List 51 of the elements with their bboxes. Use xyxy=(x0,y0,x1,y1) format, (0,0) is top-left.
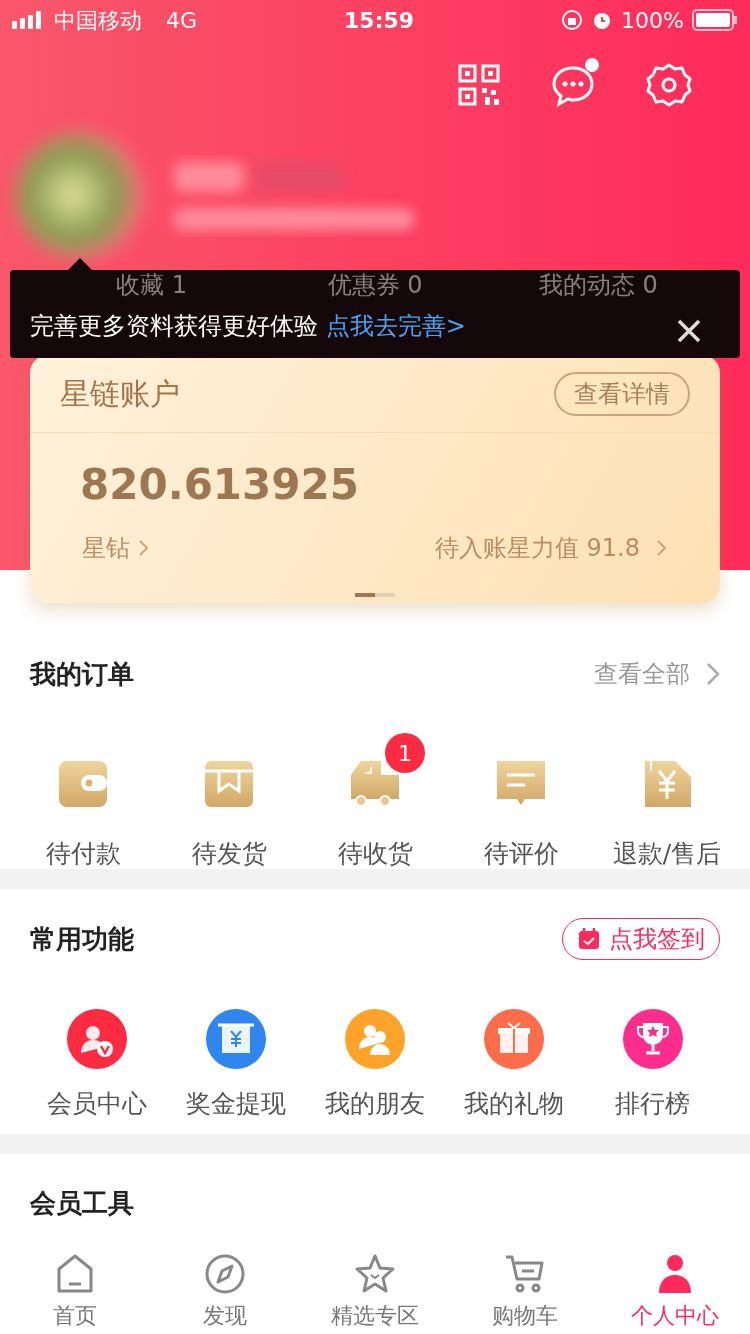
card-title: 星链账户 xyxy=(60,375,180,413)
feature-label[interactable]: 排行榜 xyxy=(615,1085,691,1123)
complete-profile-link[interactable]: 点我去完善> xyxy=(325,312,466,340)
trophy-icon[interactable] xyxy=(622,1009,683,1069)
feature-label[interactable]: 会员中心 xyxy=(47,1085,148,1123)
star-icon xyxy=(354,1253,396,1295)
member-icon[interactable] xyxy=(67,1009,128,1069)
details-button[interactable]: 查看详情 xyxy=(554,371,690,416)
order-status-label[interactable]: 待付款 xyxy=(45,835,121,873)
calendar-icon xyxy=(577,927,601,951)
qr-code-icon[interactable] xyxy=(458,64,500,106)
stat-item[interactable]: 收藏 1 xyxy=(116,271,188,299)
order-status-label[interactable]: 待收货 xyxy=(337,835,413,873)
tooltip-text: 完善更多资料获得更好体验 xyxy=(30,312,319,340)
section-title: 常用功能 xyxy=(30,922,134,956)
battery-icon xyxy=(692,9,738,31)
order-status-label[interactable]: 待评价 xyxy=(483,835,559,873)
section-title: 我的订单 xyxy=(30,657,134,691)
feature-label[interactable]: 我的朋友 xyxy=(325,1085,425,1123)
chevron-right-icon xyxy=(138,539,150,557)
tab-item[interactable]: 个人中心 xyxy=(600,1242,750,1334)
stat-item[interactable]: 我的动态 0 xyxy=(538,271,658,299)
order-status-label[interactable]: 待发货 xyxy=(191,835,267,873)
gift-icon[interactable] xyxy=(483,1009,544,1069)
tab-item[interactable]: 购物车 xyxy=(450,1242,600,1334)
friends-icon[interactable] xyxy=(345,1009,405,1069)
chevron-right-icon[interactable] xyxy=(706,662,720,686)
balance-amount: 820.613925 xyxy=(79,459,360,511)
settings-icon[interactable] xyxy=(646,62,692,108)
diamond-link[interactable]: 星钻 xyxy=(82,530,130,566)
cart-icon xyxy=(504,1253,546,1295)
sign-in-button[interactable]: 点我签到 xyxy=(562,918,720,960)
count-badge: 1 xyxy=(385,733,425,773)
compass-icon xyxy=(204,1253,246,1295)
chevron-right-icon xyxy=(656,539,668,557)
rotation-lock-icon xyxy=(561,9,584,31)
view-all-link[interactable]: 查看全部 xyxy=(594,656,690,692)
battery-percent: 100% xyxy=(621,6,684,35)
stat-item[interactable]: 优惠券 0 xyxy=(327,271,423,299)
feature-label[interactable]: 我的礼物 xyxy=(463,1085,564,1123)
feature-label[interactable]: 奖金提现 xyxy=(186,1085,287,1123)
tab-item[interactable]: 首页 xyxy=(0,1242,150,1334)
carrier-name: 中国移动 xyxy=(54,6,142,35)
cash-icon[interactable] xyxy=(206,1009,267,1069)
section-title: 会员工具 xyxy=(30,1188,134,1218)
clock-time: 15:59 xyxy=(344,6,415,35)
order-status-label[interactable]: 退款/售后 xyxy=(612,835,722,873)
tab-item[interactable]: 发现 xyxy=(150,1242,300,1334)
tab-item[interactable]: 精选专区 xyxy=(300,1242,450,1334)
close-icon[interactable] xyxy=(676,318,702,344)
network-type: 4G xyxy=(166,6,198,35)
